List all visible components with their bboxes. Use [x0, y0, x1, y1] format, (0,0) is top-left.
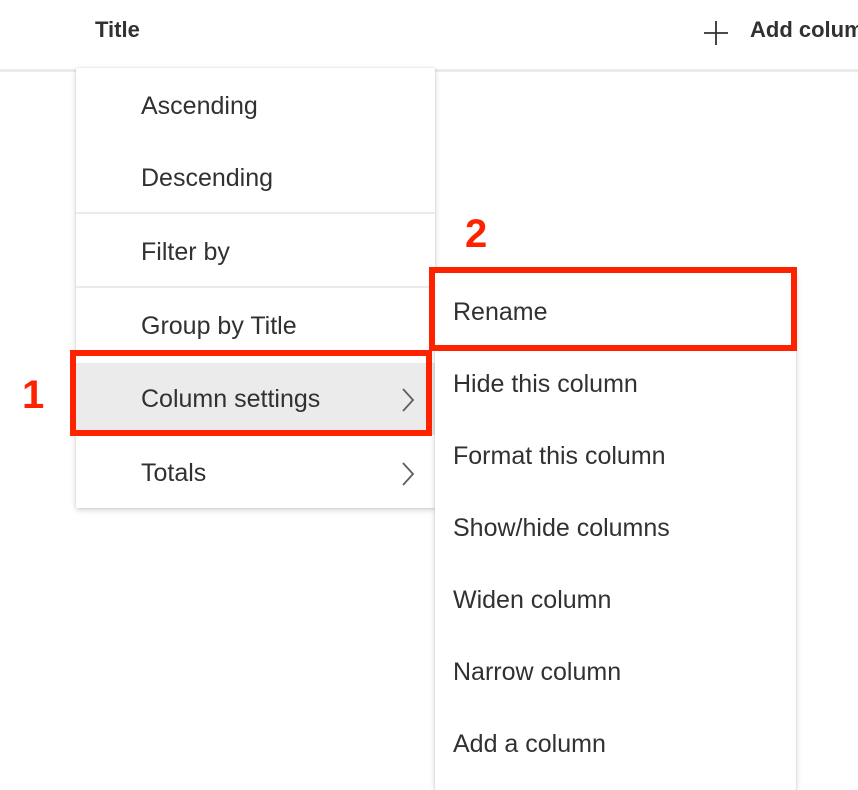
submenu-item-narrow-column[interactable]: Narrow column [435, 636, 796, 708]
menu-divider [76, 212, 435, 214]
title-column-header[interactable]: Title [95, 17, 140, 43]
annotation-number-2: 2 [465, 212, 488, 256]
chevron-right-icon [401, 437, 415, 509]
annotation-number-1: 1 [22, 373, 45, 417]
menu-item-totals[interactable]: Totals [76, 437, 435, 509]
submenu-item-widen-column[interactable]: Widen column [435, 564, 796, 636]
menu-item-descending[interactable]: Descending [76, 142, 435, 214]
submenu-item-show-hide-columns[interactable]: Show/hide columns [435, 492, 796, 564]
menu-item-label: Totals [141, 459, 207, 487]
annotation-box-step-1 [70, 350, 432, 436]
menu-divider [76, 286, 435, 288]
submenu-item-format-this-column[interactable]: Format this column [435, 420, 796, 492]
annotation-box-step-2 [429, 267, 797, 351]
menu-item-ascending[interactable]: Ascending [76, 70, 435, 142]
submenu-item-hide-this-column[interactable]: Hide this column [435, 348, 796, 420]
add-column-label: Add column [750, 17, 858, 42]
list-header: Title Add column [0, 0, 858, 72]
submenu-item-add-a-column[interactable]: Add a column [435, 708, 796, 780]
menu-item-filter-by[interactable]: Filter by [76, 216, 435, 288]
column-header-menu: Ascending Descending Filter by Group by … [76, 68, 435, 508]
plus-icon [703, 20, 729, 46]
